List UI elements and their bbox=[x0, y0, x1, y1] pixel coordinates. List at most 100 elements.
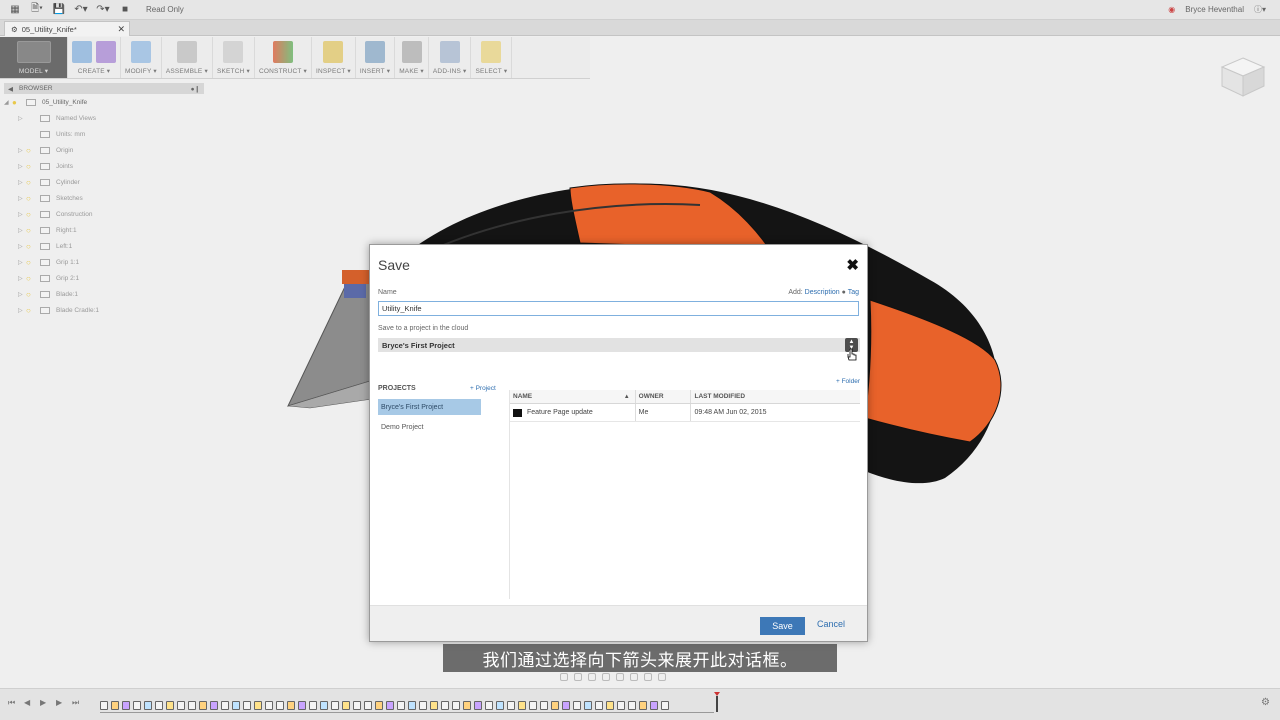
add-description-link[interactable]: Description bbox=[805, 289, 840, 296]
timeline-feature-icon[interactable] bbox=[573, 700, 581, 710]
save-icon[interactable]: 💾 bbox=[52, 4, 66, 16]
visibility-bulb-icon[interactable]: ○ bbox=[26, 258, 36, 267]
expand-triangle-icon[interactable]: ▷ bbox=[18, 163, 26, 170]
toolbar-sketch[interactable]: SKETCH ▾ bbox=[213, 37, 255, 78]
timeline-feature-icon[interactable] bbox=[331, 700, 339, 710]
help-icon[interactable]: ⓘ▾ bbox=[1254, 4, 1266, 15]
step-back-icon[interactable]: ◀ bbox=[24, 698, 30, 707]
data-panel-icon[interactable]: ■ bbox=[118, 4, 132, 16]
toolbar-create[interactable]: CREATE ▾ bbox=[68, 37, 121, 78]
timeline-feature-icon[interactable] bbox=[166, 700, 174, 710]
expand-triangle-icon[interactable]: ▷ bbox=[18, 259, 26, 266]
visibility-bulb-icon[interactable]: ○ bbox=[26, 194, 36, 203]
file-menu-icon[interactable]: 🗎▾ bbox=[30, 3, 44, 16]
timeline-feature-icon[interactable] bbox=[309, 700, 317, 710]
timeline-marker-icon[interactable] bbox=[714, 692, 720, 712]
expand-triangle-icon[interactable]: ▷ bbox=[18, 179, 26, 186]
timeline-feature-icon[interactable] bbox=[397, 700, 405, 710]
timeline-feature-icon[interactable] bbox=[595, 700, 603, 710]
expand-triangle-icon[interactable]: ▷ bbox=[18, 147, 26, 154]
new-folder-link[interactable]: + Folder bbox=[836, 378, 860, 385]
timeline-feature-icon[interactable] bbox=[100, 700, 108, 710]
new-project-link[interactable]: + Project bbox=[470, 385, 496, 392]
timeline-feature-icon[interactable] bbox=[529, 700, 537, 710]
redo-icon[interactable]: ↷▾ bbox=[96, 4, 110, 16]
expand-triangle-icon[interactable]: ▷ bbox=[18, 227, 26, 234]
browser-item[interactable]: ▷ ○ Cylinder bbox=[4, 174, 204, 190]
timeline-feature-icon[interactable] bbox=[661, 700, 669, 710]
visibility-bulb-icon[interactable]: ○ bbox=[26, 306, 36, 315]
add-tag-link[interactable]: Tag bbox=[848, 289, 859, 296]
timeline-feature-icon[interactable] bbox=[562, 700, 570, 710]
timeline-feature-icon[interactable] bbox=[232, 700, 240, 710]
visibility-bulb-icon[interactable]: ○ bbox=[26, 178, 36, 187]
timeline-feature-icon[interactable] bbox=[320, 700, 328, 710]
timeline-feature-icon[interactable] bbox=[419, 700, 427, 710]
timeline-settings-gear-icon[interactable]: ⚙ bbox=[1261, 697, 1270, 708]
timeline-feature-icon[interactable] bbox=[518, 700, 526, 710]
fit-icon[interactable] bbox=[616, 673, 624, 681]
orbit-icon[interactable] bbox=[560, 673, 568, 681]
grid-settings-icon[interactable] bbox=[644, 673, 652, 681]
timeline-feature-icon[interactable] bbox=[276, 700, 284, 710]
expand-triangle-icon[interactable]: ▷ bbox=[18, 307, 26, 314]
browser-header[interactable]: ◀ BROWSER ●❙ bbox=[4, 83, 204, 94]
project-item-bryce[interactable]: Bryce's First Project bbox=[378, 399, 481, 415]
timeline-feature-icon[interactable] bbox=[287, 700, 295, 710]
timeline-feature-icon[interactable] bbox=[441, 700, 449, 710]
timeline-feature-icon[interactable] bbox=[199, 700, 207, 710]
browser-item[interactable]: ▷ Named Views bbox=[4, 110, 204, 126]
expand-triangle-icon[interactable]: ▷ bbox=[18, 195, 26, 202]
visibility-bulb-icon[interactable]: ○ bbox=[26, 146, 36, 155]
browser-item[interactable]: ▷ ○ Right:1 bbox=[4, 222, 204, 238]
pin-icon[interactable]: ●❙ bbox=[191, 85, 200, 93]
expand-triangle-icon[interactable]: ◢ bbox=[4, 99, 12, 106]
timeline-feature-icon[interactable] bbox=[430, 700, 438, 710]
document-tab[interactable]: ⚙ 05_Utility_Knife* ✕ bbox=[4, 21, 130, 36]
visibility-bulb-icon[interactable]: ○ bbox=[26, 290, 36, 299]
timeline-feature-icon[interactable] bbox=[551, 700, 559, 710]
cancel-button[interactable]: Cancel bbox=[817, 619, 845, 629]
timeline-feature-icon[interactable] bbox=[122, 700, 130, 710]
app-grid-icon[interactable]: ▦ bbox=[8, 4, 22, 16]
timeline-feature-icon[interactable] bbox=[496, 700, 504, 710]
column-name[interactable]: NAME ▲ bbox=[510, 390, 636, 403]
save-button[interactable]: Save bbox=[760, 617, 805, 635]
browser-item[interactable]: ▷ ○ Sketches bbox=[4, 190, 204, 206]
timeline-feature-icon[interactable] bbox=[452, 700, 460, 710]
name-input[interactable] bbox=[378, 301, 859, 316]
toolbar-assemble[interactable]: ASSEMBLE ▾ bbox=[162, 37, 213, 78]
timeline-feature-icon[interactable] bbox=[617, 700, 625, 710]
close-icon[interactable]: ✖ bbox=[846, 256, 859, 274]
viewcube[interactable] bbox=[1218, 52, 1268, 98]
expand-triangle-icon[interactable]: ▷ bbox=[18, 115, 26, 122]
timeline-feature-icon[interactable] bbox=[474, 700, 482, 710]
timeline-feature-icon[interactable] bbox=[639, 700, 647, 710]
toolbar-add-ins[interactable]: ADD-INS ▾ bbox=[429, 37, 472, 78]
go-to-end-icon[interactable]: ⏭ bbox=[72, 698, 79, 708]
collapse-icon[interactable]: ◀ bbox=[8, 85, 13, 93]
visibility-bulb-icon[interactable]: ○ bbox=[26, 210, 36, 219]
play-icon[interactable]: ▶ bbox=[40, 698, 46, 707]
toolbar-select[interactable]: SELECT ▾ bbox=[471, 37, 513, 78]
timeline-feature-icon[interactable] bbox=[243, 700, 251, 710]
browser-item[interactable]: ▷ ○ Grip 2:1 bbox=[4, 270, 204, 286]
step-forward-icon[interactable]: ▶ bbox=[56, 698, 62, 707]
viewports-icon[interactable] bbox=[658, 673, 666, 681]
timeline-feature-icon[interactable] bbox=[540, 700, 548, 710]
timeline-feature-icon[interactable] bbox=[155, 700, 163, 710]
browser-item[interactable]: ▷ ○ Construction bbox=[4, 206, 204, 222]
toolbar-modify[interactable]: MODIFY ▾ bbox=[121, 37, 162, 78]
timeline-feature-icon[interactable] bbox=[254, 700, 262, 710]
browser-item[interactable]: ▷ ○ Grip 1:1 bbox=[4, 254, 204, 270]
browser-item[interactable]: ▷ ○ Blade:1 bbox=[4, 286, 204, 302]
timeline-feature-icon[interactable] bbox=[463, 700, 471, 710]
timeline-feature-icon[interactable] bbox=[485, 700, 493, 710]
timeline-feature-icon[interactable] bbox=[265, 700, 273, 710]
expand-triangle-icon[interactable]: ▷ bbox=[18, 291, 26, 298]
timeline-feature-icon[interactable] bbox=[188, 700, 196, 710]
visibility-bulb-icon[interactable]: ● bbox=[12, 98, 22, 107]
timeline-feature-icon[interactable] bbox=[606, 700, 614, 710]
timeline-feature-icon[interactable] bbox=[342, 700, 350, 710]
undo-icon[interactable]: ↶▾ bbox=[74, 4, 88, 16]
